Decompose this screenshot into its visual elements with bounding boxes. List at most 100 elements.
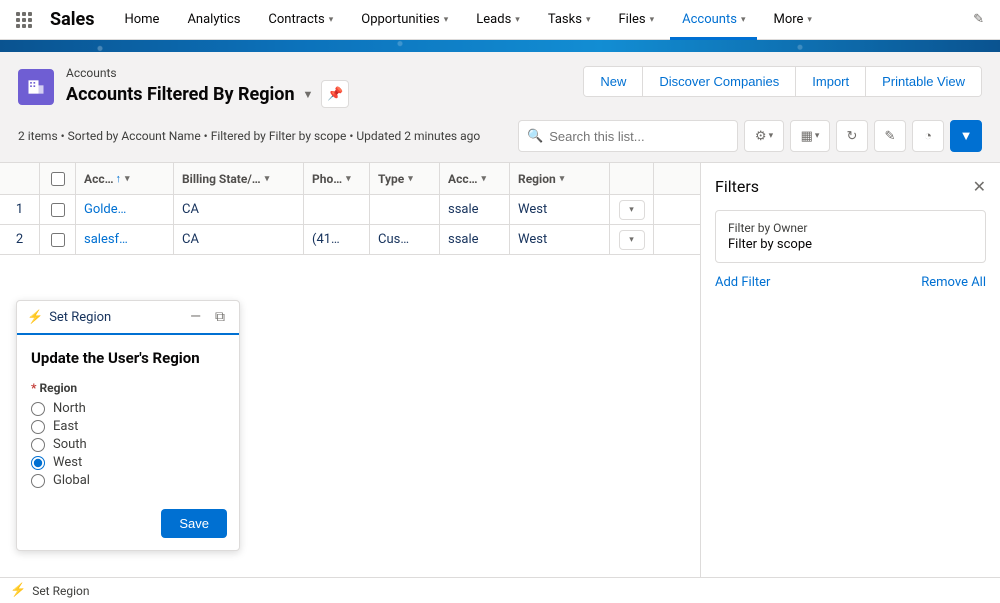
- pin-list-button[interactable]: 📌: [321, 80, 349, 108]
- filter-owner-card[interactable]: Filter by Owner Filter by scope: [715, 210, 986, 263]
- cell-owner: ssale: [440, 225, 510, 254]
- chevron-down-icon: ▾: [444, 15, 449, 25]
- pencil-icon: ✎: [885, 129, 896, 144]
- import-button[interactable]: Import: [796, 67, 866, 96]
- list-controls-gear-button[interactable]: ⚙▾: [744, 120, 784, 152]
- refresh-icon: ↻: [847, 129, 858, 144]
- col-type[interactable]: Type▾: [370, 163, 440, 194]
- account-name-link[interactable]: salesf…: [84, 232, 128, 247]
- list-view-name[interactable]: Accounts Filtered By Region: [66, 84, 295, 105]
- cell-owner: ssale: [440, 195, 510, 224]
- chevron-down-icon: ▾: [560, 174, 565, 184]
- search-list-box[interactable]: 🔍: [518, 120, 738, 152]
- modal-heading: Update the User's Region: [31, 349, 225, 367]
- radio-north[interactable]: North: [31, 401, 225, 416]
- nav-leads[interactable]: Leads▾: [464, 0, 532, 40]
- row-number: 1: [0, 195, 40, 224]
- global-nav: Sales Home Analytics Contracts▾ Opportun…: [0, 0, 1000, 40]
- cell-type: Cus…: [370, 225, 440, 254]
- col-phone[interactable]: Pho…▾: [304, 163, 370, 194]
- list-toolbar: 🔍 ⚙▾ ▦▾ ↻ ✎ ◔ ▼: [518, 120, 982, 152]
- save-button[interactable]: Save: [161, 509, 227, 538]
- nav-contracts[interactable]: Contracts▾: [256, 0, 345, 40]
- nav-files[interactable]: Files▾: [606, 0, 666, 40]
- row-actions-button[interactable]: ▾: [619, 200, 645, 220]
- chevron-down-icon: ▾: [515, 15, 520, 25]
- radio-west[interactable]: West: [31, 455, 225, 470]
- col-billing-state[interactable]: Billing State/…▾: [174, 163, 304, 194]
- row-checkbox[interactable]: [51, 233, 65, 247]
- nav-more[interactable]: More▾: [761, 0, 823, 40]
- col-region[interactable]: Region▾: [510, 163, 610, 194]
- chevron-down-icon: ▾: [346, 174, 351, 184]
- app-name: Sales: [50, 9, 94, 30]
- nav-accounts[interactable]: Accounts▾: [670, 0, 757, 40]
- radio-east[interactable]: East: [31, 419, 225, 434]
- col-select-all[interactable]: [40, 163, 76, 194]
- chevron-down-icon: ▾: [650, 15, 655, 25]
- table-row: 2 salesf… CA (41… Cus… ssale West ▾: [0, 225, 700, 255]
- nav-analytics[interactable]: Analytics: [175, 0, 252, 40]
- close-filters-icon[interactable]: ✕: [973, 177, 986, 196]
- cell-state: CA: [174, 195, 304, 224]
- region-radio-group: North East South West Global: [31, 401, 225, 488]
- filters-title: Filters: [715, 177, 759, 196]
- add-filter-link[interactable]: Add Filter: [715, 275, 770, 290]
- row-checkbox[interactable]: [51, 203, 65, 217]
- chevron-down-icon: ▾: [329, 15, 334, 25]
- row-actions-button[interactable]: ▾: [619, 230, 645, 250]
- printable-view-button[interactable]: Printable View: [866, 67, 981, 96]
- header-actions: New Discover Companies Import Printable …: [583, 66, 982, 97]
- filters-panel: Filters ✕ Filter by Owner Filter by scop…: [700, 163, 1000, 583]
- inline-edit-button[interactable]: ✎: [874, 120, 906, 152]
- remove-all-filters-link[interactable]: Remove All: [921, 275, 986, 290]
- page-header: Accounts Accounts Filtered By Region ▼ 📌…: [0, 52, 1000, 163]
- filter-card-label: Filter by Owner: [728, 221, 973, 235]
- select-all-checkbox[interactable]: [51, 172, 65, 186]
- discover-companies-button[interactable]: Discover Companies: [643, 67, 796, 96]
- nav-tasks[interactable]: Tasks▾: [536, 0, 603, 40]
- list-view-chevron-icon[interactable]: ▼: [303, 88, 314, 101]
- minimize-icon[interactable]: —: [186, 309, 205, 325]
- gear-icon: ⚙: [755, 129, 767, 144]
- set-region-modal: ⚡ Set Region — ⧉ Update the User's Regio…: [16, 300, 240, 551]
- radio-south[interactable]: South: [31, 437, 225, 452]
- search-icon: 🔍: [527, 129, 543, 144]
- utility-item-set-region[interactable]: Set Region: [32, 584, 89, 598]
- filter-card-value: Filter by scope: [728, 237, 973, 252]
- radio-global[interactable]: Global: [31, 473, 225, 488]
- flow-icon: ⚡: [27, 310, 43, 325]
- chevron-down-icon: ▾: [807, 15, 812, 25]
- sort-asc-icon: ↑: [115, 172, 121, 185]
- account-entity-icon: [18, 69, 54, 105]
- list-meta: 2 items • Sorted by Account Name • Filte…: [18, 129, 480, 143]
- app-launcher-icon[interactable]: [12, 8, 36, 32]
- chevron-down-icon: ▾: [586, 15, 591, 25]
- col-account-name[interactable]: Acc…↑▾: [76, 163, 174, 194]
- account-name-link[interactable]: Golde…: [84, 202, 126, 217]
- chevron-down-icon: ▾: [408, 174, 413, 184]
- brand-ribbon: [0, 40, 1000, 52]
- popout-icon[interactable]: ⧉: [211, 309, 229, 325]
- cell-type: [370, 195, 440, 224]
- object-label: Accounts: [66, 66, 349, 80]
- nav-opportunities[interactable]: Opportunities▾: [349, 0, 460, 40]
- cell-phone: [304, 195, 370, 224]
- col-actions: [610, 163, 654, 194]
- refresh-button[interactable]: ↻: [836, 120, 868, 152]
- chevron-down-icon: ▾: [741, 15, 746, 25]
- cell-region: West: [510, 195, 610, 224]
- filters-toggle-button[interactable]: ▼: [950, 120, 982, 152]
- col-owner[interactable]: Acc…▾: [440, 163, 510, 194]
- nav-home[interactable]: Home: [112, 0, 171, 40]
- col-row-number: [0, 163, 40, 194]
- search-list-input[interactable]: [549, 129, 729, 144]
- pie-chart-icon: ◔: [924, 128, 932, 144]
- new-button[interactable]: New: [584, 67, 643, 96]
- edit-nav-icon[interactable]: ✎: [969, 8, 988, 31]
- chevron-down-icon: ▾: [481, 174, 486, 184]
- display-as-button[interactable]: ▦▾: [790, 120, 830, 152]
- modal-header: ⚡ Set Region — ⧉: [17, 301, 239, 335]
- chevron-down-icon: ▾: [265, 174, 270, 184]
- chart-button[interactable]: ◔: [912, 120, 944, 152]
